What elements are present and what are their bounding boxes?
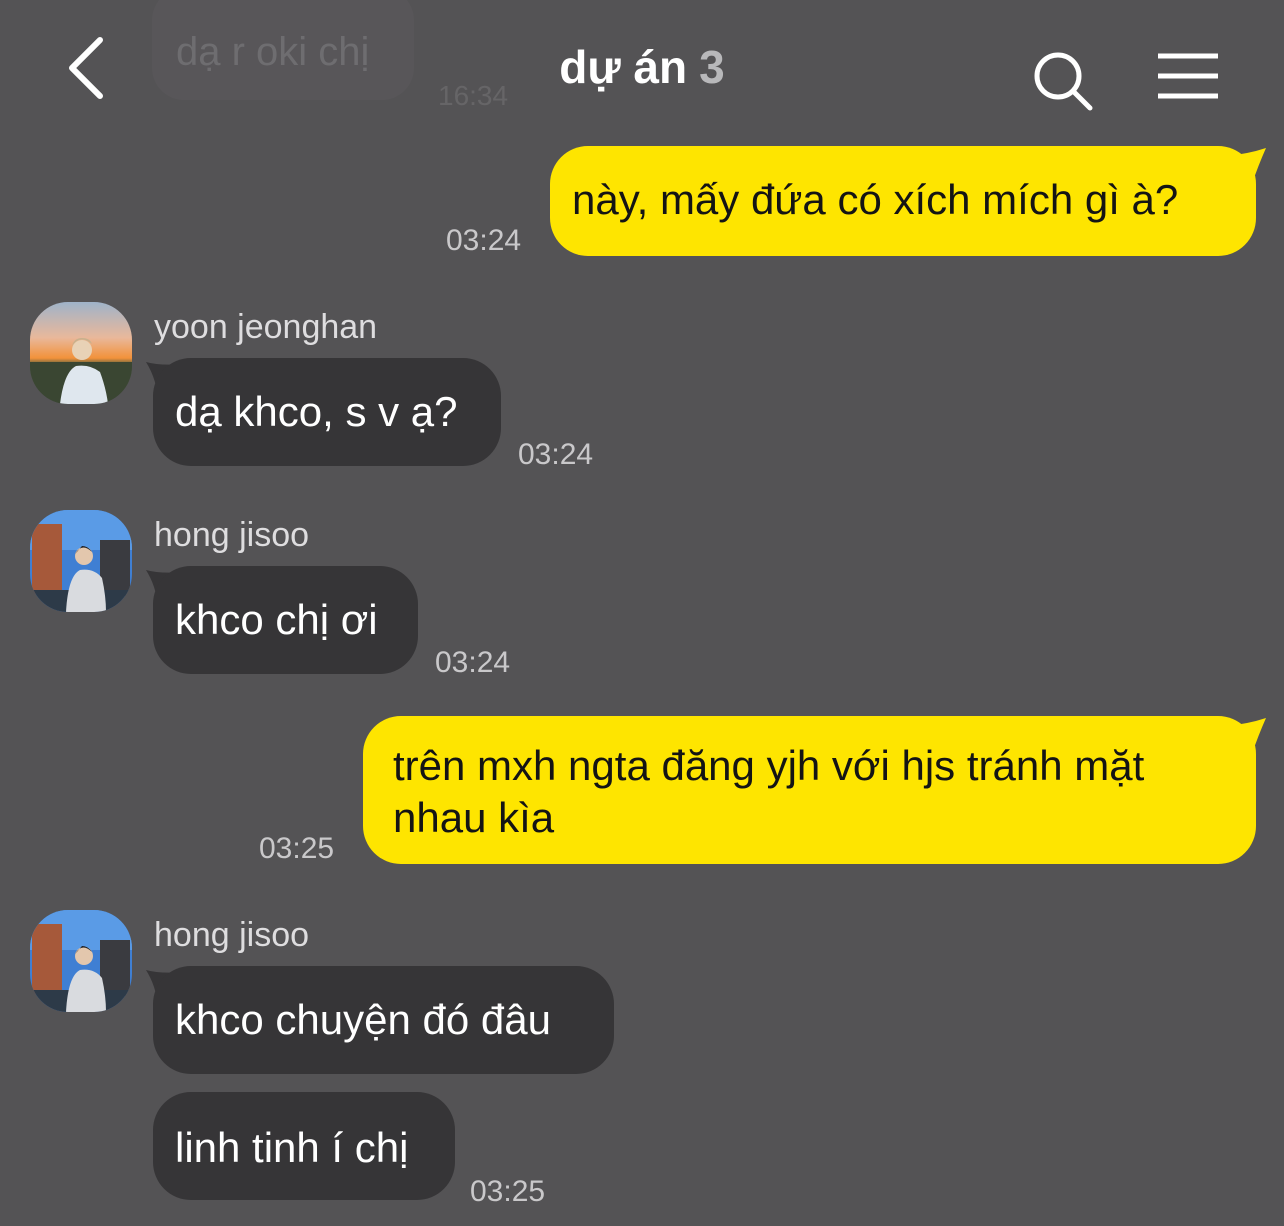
message-bubble[interactable]: dạ khco, s v ạ?	[153, 358, 501, 466]
sender-name: yoon jeonghan	[154, 308, 378, 346]
member-count: 3	[699, 41, 725, 93]
message-bubble[interactable]: khco chuyện đó đâu	[153, 966, 614, 1074]
message-text: linh tinh í chị	[175, 1124, 409, 1171]
message-time: 03:25	[259, 832, 335, 865]
search-button[interactable]	[1028, 46, 1098, 116]
message-bubble[interactable]: này, mấy đứa có xích mích gì à?	[550, 146, 1256, 256]
message-text: này, mấy đứa có xích mích gì à?	[572, 176, 1179, 223]
avatar[interactable]	[30, 510, 132, 612]
menu-button[interactable]	[1152, 48, 1224, 108]
message-text-line: trên mxh ngta đăng yjh với hjs tránh mặt	[393, 742, 1145, 789]
message-bubble[interactable]: khco chị ơi	[153, 566, 418, 674]
message-time: 03:25	[470, 1175, 546, 1208]
avatar[interactable]	[30, 302, 132, 404]
message-text: khco chị ơi	[175, 596, 378, 643]
sunset-profile-photo	[30, 302, 132, 404]
message-time: 03:24	[518, 438, 594, 471]
hamburger-menu-icon	[1158, 53, 1218, 99]
sender-name: hong jisoo	[154, 916, 310, 954]
sender-name: hong jisoo	[154, 516, 310, 554]
avatar[interactable]	[30, 910, 132, 1012]
message-text-line: nhau kìa	[393, 794, 555, 841]
city-profile-photo	[30, 910, 132, 1012]
message-time: 03:24	[435, 646, 511, 679]
message-text: khco chuyện đó đâu	[175, 996, 551, 1043]
message-time: 03:24	[446, 224, 522, 257]
message-bubble[interactable]: linh tinh í chị	[153, 1092, 455, 1200]
chat-title-name: dự án	[559, 41, 688, 93]
search-icon	[1034, 52, 1093, 111]
message-bubble[interactable]: trên mxh ngta đăng yjh với hjs tránh mặt…	[363, 716, 1256, 864]
message-text: dạ khco, s v ạ?	[175, 388, 458, 435]
city-profile-photo	[30, 510, 132, 612]
